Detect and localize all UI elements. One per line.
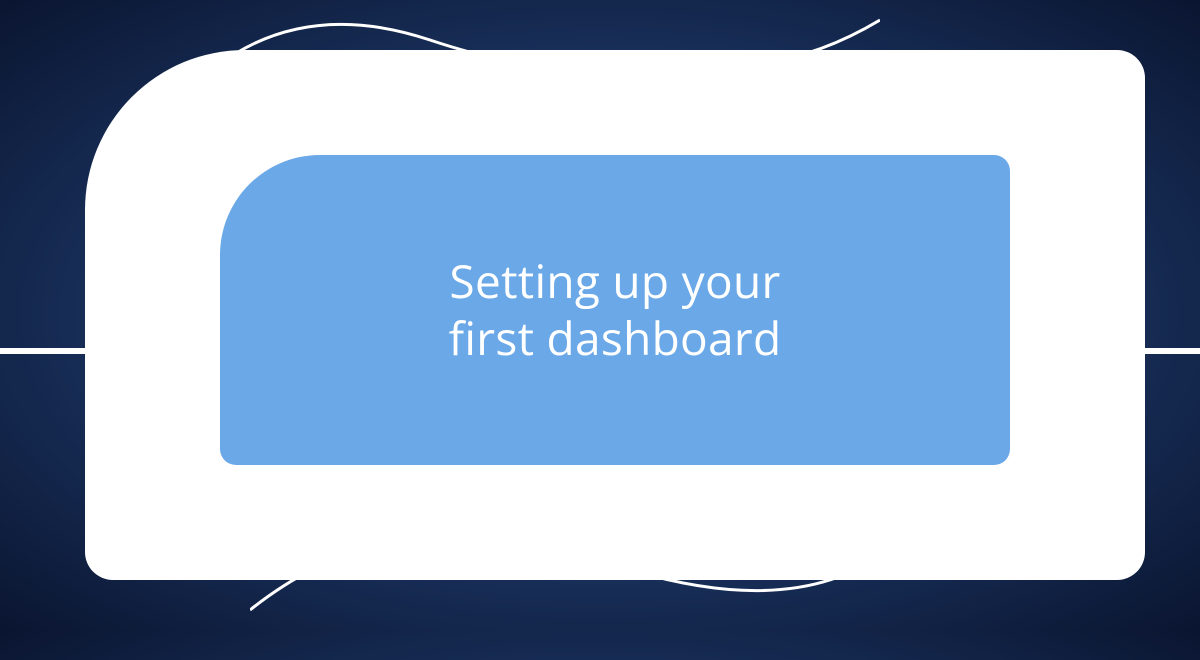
decorative-line-right: [1140, 348, 1200, 354]
title-line-1: Setting up your: [449, 250, 780, 312]
title-line-2: first dashboard: [449, 307, 782, 369]
inner-content-panel: Setting up your first dashboard: [220, 155, 1010, 465]
hero-title: Setting up your first dashboard: [449, 253, 782, 368]
decorative-line-left: [0, 348, 90, 354]
